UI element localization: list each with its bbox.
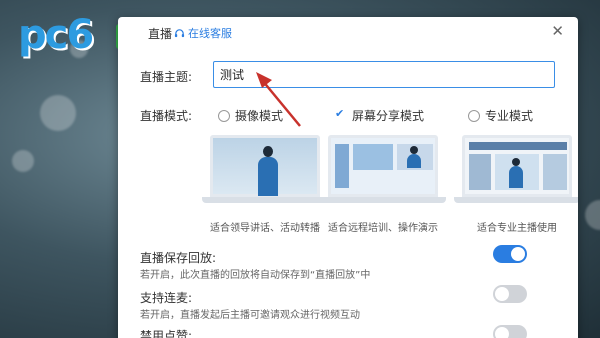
screen-share-illustration[interactable] (320, 135, 446, 205)
support-label: 在线客服 (188, 27, 232, 40)
co-host-toggle[interactable] (493, 285, 527, 303)
live-setup-dialog: 直播 在线客服 ✕ 直播主题: 直播模式: 摄像模式 屏幕分享模式 专业模式 (118, 17, 578, 338)
mode-option-label: 屏幕分享模式 (352, 109, 425, 123)
mode-label: 直播模式: (140, 109, 193, 123)
radio-checked-icon (335, 107, 347, 122)
mode-option-label: 摄像模式 (235, 109, 284, 123)
mode-option-pro[interactable]: 专业模式 (468, 107, 533, 124)
close-icon[interactable]: ✕ (551, 22, 564, 40)
mode-option-camera[interactable]: 摄像模式 (218, 107, 283, 124)
presenter-figure (258, 146, 278, 196)
presenter-figure (407, 146, 421, 168)
radio-icon (218, 109, 230, 122)
radio-icon (468, 109, 480, 122)
save-replay-desc: 若开启，此次直播的回放将自动保存到“直播回放”中 (140, 270, 371, 281)
dialog-title: 直播 (148, 27, 173, 41)
camera-mode-illustration[interactable] (202, 135, 328, 205)
co-host-title: 支持连麦: (140, 291, 193, 305)
laptop-image (462, 135, 572, 197)
screen-share-caption: 适合远程培训、操作演示 (328, 223, 438, 234)
headset-icon (174, 28, 185, 37)
watermark-logo: pc6 (18, 12, 94, 58)
online-support-link[interactable]: 在线客服 (174, 25, 232, 41)
disable-likes-title: 禁用点赞: (140, 329, 193, 338)
mode-option-screen-share[interactable]: 屏幕分享模式 (335, 107, 424, 124)
bokeh-light (585, 200, 600, 230)
pro-mode-illustration[interactable] (454, 135, 578, 205)
dialog-header: 直播 在线客服 ✕ (118, 17, 578, 47)
topic-label: 直播主题: (140, 70, 193, 84)
mode-option-label: 专业模式 (485, 109, 534, 123)
laptop-image (210, 135, 320, 197)
save-replay-title: 直播保存回放: (140, 251, 217, 265)
co-host-desc: 若开启，直播发起后主播可邀请观众进行视频互动 (140, 310, 360, 321)
disable-likes-toggle[interactable] (493, 325, 527, 338)
save-replay-toggle[interactable] (493, 245, 527, 263)
bokeh-light (40, 95, 76, 131)
pro-mode-caption: 适合专业主播使用 (477, 223, 557, 234)
presenter-figure (509, 158, 523, 188)
bokeh-light (12, 150, 34, 172)
laptop-image (328, 135, 438, 197)
topic-input[interactable] (213, 61, 555, 88)
